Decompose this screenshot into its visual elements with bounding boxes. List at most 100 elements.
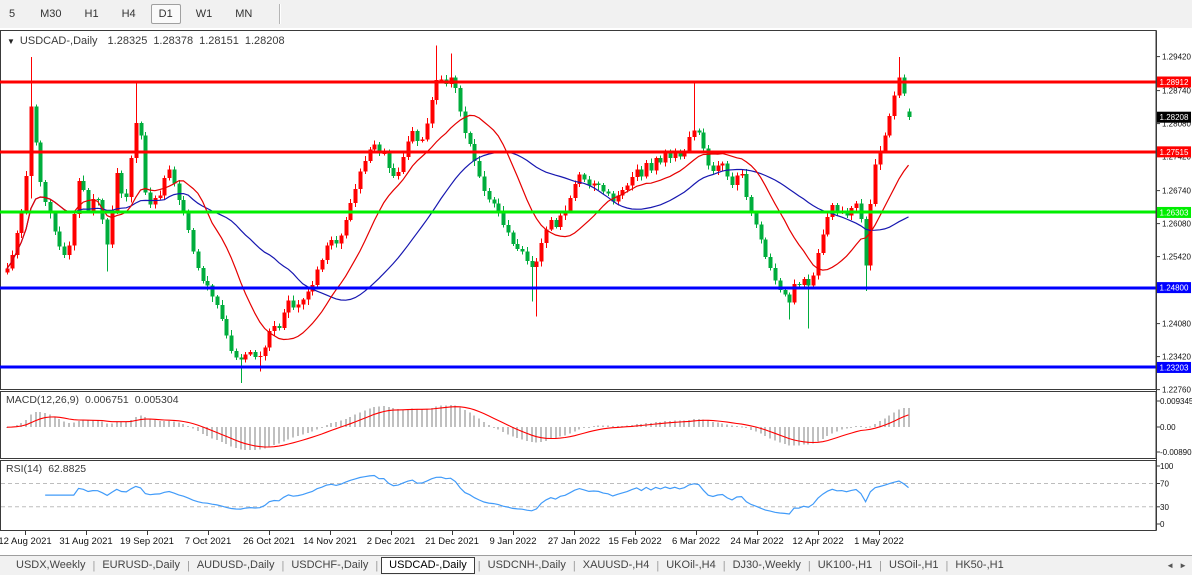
svg-text:0: 0 [1160,520,1165,529]
candle-body [535,261,539,267]
tab-uk100-h1[interactable]: UK100-,H1 [812,557,878,574]
macd-histogram-bar [173,421,175,427]
tab-scroll-left-icon[interactable]: ◄ [1166,561,1174,570]
timeframe-button-5[interactable]: 5 [1,4,23,24]
candle-body [254,352,258,357]
tab-divider: | [573,560,576,572]
candle-body [273,326,277,331]
tab-usoil-h1[interactable]: USOil-,H1 [883,557,945,574]
macd-histogram-bar [822,427,824,439]
candle-body [187,211,191,230]
macd-histogram-bar [841,427,843,429]
macd-histogram-bar [769,427,771,438]
timeframe-button-mn[interactable]: MN [227,4,260,24]
tab-usdcnh-daily[interactable]: USDCNH-,Daily [482,557,572,574]
candle-body [659,158,663,162]
macd-histogram-bar [655,422,657,427]
macd-histogram-bar [593,426,595,427]
current-price-badge: 1.28208 [1157,112,1191,123]
candle-body [125,194,129,197]
level-price-badge: 1.28912 [1157,77,1191,88]
date-label: 6 Mar 2022 [672,536,720,547]
macd-histogram-bar [135,417,137,427]
macd-histogram-bar [264,427,266,448]
tab-divider: | [92,560,95,572]
candle-body [640,169,644,176]
timeframe-button-m30[interactable]: M30 [32,4,69,24]
candle-body [688,137,692,151]
level-price-badge: 1.23203 [1157,362,1191,373]
candle-body [244,355,248,360]
candle-body [803,279,807,285]
candle-body [82,181,86,190]
candle-body [493,200,497,204]
candle-body [798,284,802,285]
macd-histogram-bar [211,427,213,438]
candle-body [755,213,759,225]
candle-body [182,200,186,211]
tab-divider: | [656,560,659,572]
timeframe-button-h1[interactable]: H1 [77,4,107,24]
macd-histogram-bar [559,427,561,437]
candle-body [822,234,826,253]
svg-text:-0.008902: -0.008902 [1160,448,1192,457]
tab-usdchf-daily[interactable]: USDCHF-,Daily [285,557,374,574]
candle-body [173,170,177,184]
macd-histogram-bar [483,422,485,427]
timeframe-button-h4[interactable]: H4 [114,4,144,24]
macd-histogram-bar [202,427,204,434]
macd-histogram-bar [392,408,394,427]
tab-usdx-weekly[interactable]: USDX,Weekly [10,557,91,574]
macd-histogram-bar [58,419,60,427]
macd-histogram-bar [426,409,428,427]
macd-histogram-bar [831,427,833,433]
macd-histogram-bar [473,415,475,427]
symbol-dropdown-icon[interactable]: ▼ [7,37,15,46]
tab-scroll-right-icon[interactable]: ► [1179,561,1187,570]
macd-histogram-bar [826,427,828,436]
candle-body [235,351,239,358]
candle-body [297,305,301,308]
svg-text:30: 30 [1160,503,1169,512]
svg-text:1.22760: 1.22760 [1162,385,1191,394]
macd-histogram-bar [540,427,542,442]
tab-ukoil-h4[interactable]: UKOil-,H4 [660,557,722,574]
candle-body [35,106,39,142]
macd-histogram-bar [884,418,886,427]
macd-histogram-bar [836,427,838,431]
svg-text:1.27515: 1.27515 [1160,148,1189,157]
timeframe-button-d1[interactable]: D1 [151,4,181,24]
macd-histogram-bar [292,427,294,438]
candle-body [249,352,253,354]
macd-histogram-bar [478,419,480,428]
candle-body [636,169,640,177]
macd-histogram-bar [73,423,75,428]
svg-text:1.29420: 1.29420 [1162,52,1191,61]
macd-histogram-bar [855,426,857,427]
candle-body [216,297,220,305]
ohlc-low: 1.28151 [199,35,239,47]
candle-body [483,176,487,190]
chart-canvas[interactable]: 1.294201.287401.280801.274201.267401.260… [0,28,1192,555]
tab-usdcad-daily[interactable]: USDCAD-,Daily [381,557,475,574]
tab-xauusd-h4[interactable]: XAUUSD-,H4 [577,557,656,574]
macd-histogram-bar [349,417,351,427]
candle-body [526,252,530,261]
tab-audusd-daily[interactable]: AUDUSD-,Daily [191,557,281,574]
macd-histogram-bar [488,425,490,427]
tab-eurusd-daily[interactable]: EURUSD-,Daily [96,557,186,574]
macd-histogram-bar [564,427,566,435]
candle-body [20,212,24,233]
candle-body [488,191,492,200]
candle-body [784,290,788,295]
tab-dj30-weekly[interactable]: DJ30-,Weekly [727,557,807,574]
candle-body [392,168,396,176]
candle-body [826,217,830,234]
rsi-indicator-label: RSI(14)62.8825 [6,463,86,475]
macd-histogram-bar [416,409,418,427]
tab-hk50-h1[interactable]: HK50-,H1 [949,557,1009,574]
candle-body [698,130,702,132]
macd-histogram-bar [397,409,399,427]
candle-body [120,173,124,194]
timeframe-button-w1[interactable]: W1 [188,4,221,24]
